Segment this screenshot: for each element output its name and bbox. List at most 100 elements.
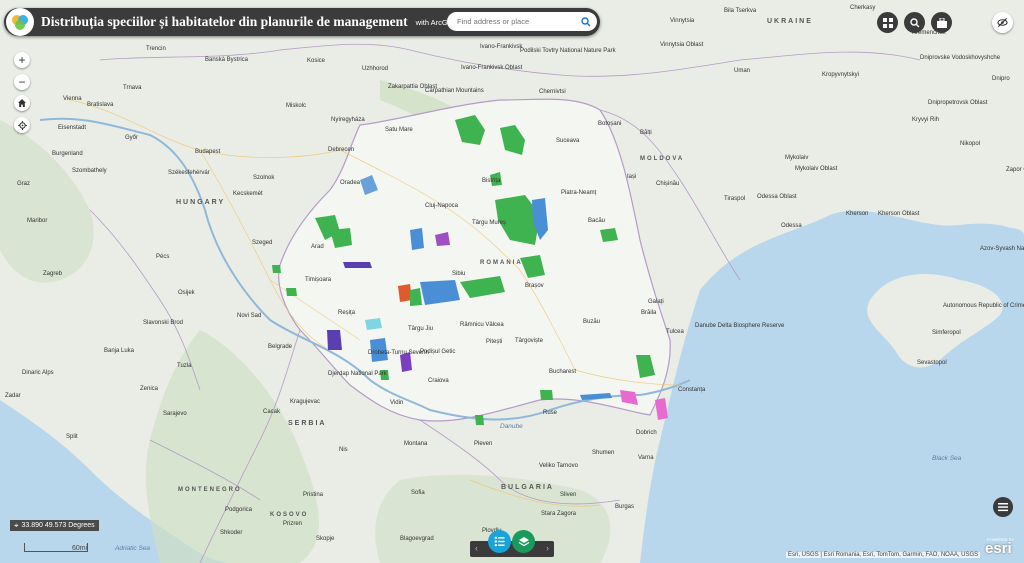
eye-slash-icon[interactable] bbox=[992, 12, 1013, 33]
country-label-bulgaria: BULGARIA bbox=[501, 484, 554, 491]
place-label: Simferopol bbox=[932, 330, 961, 336]
place-label: Sibiu bbox=[452, 271, 466, 277]
place-label: Tuzla bbox=[177, 363, 192, 369]
place-label: Kecskemét bbox=[233, 191, 263, 197]
place-label: Craiova bbox=[428, 378, 449, 384]
place-label: Debrecen bbox=[328, 147, 355, 153]
area-green-teleorman bbox=[475, 415, 484, 425]
place-label: Sarajevo bbox=[163, 411, 187, 417]
place-label: Cacak bbox=[263, 409, 281, 415]
search-input[interactable] bbox=[455, 16, 577, 27]
chevron-right-icon[interactable]: › bbox=[546, 543, 549, 553]
place-label: Osijek bbox=[178, 290, 195, 296]
crosshair-icon[interactable]: ⌖ bbox=[14, 521, 19, 531]
place-label: Vinnytsia Oblast bbox=[660, 42, 704, 48]
place-label: Dniprovske Vodoskhovyshche bbox=[920, 55, 1001, 61]
magnifier-icon[interactable] bbox=[904, 12, 925, 33]
esri-logo[interactable]: esri bbox=[985, 540, 1012, 557]
place-label: Timișoara bbox=[305, 277, 332, 283]
area-orange-parang bbox=[398, 284, 412, 302]
country-label-hungary: HUNGARY bbox=[176, 199, 226, 206]
place-label: Dinaric Alps bbox=[22, 370, 54, 376]
country-label-moldova: MOLDOVA bbox=[640, 156, 685, 162]
place-label: Varna bbox=[638, 455, 654, 461]
list-icon[interactable] bbox=[993, 497, 1013, 517]
place-label: Cluj-Napoca bbox=[425, 203, 459, 209]
area-blue-mures bbox=[410, 228, 424, 250]
place-label: Chernivtsi bbox=[539, 89, 566, 95]
layers-icon[interactable] bbox=[512, 530, 535, 553]
locate-icon[interactable] bbox=[14, 117, 30, 133]
place-label: Brăila bbox=[641, 310, 657, 316]
place-label: Kherson bbox=[846, 211, 869, 217]
place-label: Shumen bbox=[592, 450, 615, 456]
place-label: Bălți bbox=[640, 130, 652, 136]
place-label: Eisenstadt bbox=[58, 125, 87, 131]
place-label: Bila Tserkva bbox=[724, 8, 757, 14]
legend-icon[interactable] bbox=[488, 530, 511, 553]
place-label: Burgenland bbox=[52, 151, 83, 157]
place-label: Podișul Getic bbox=[420, 349, 456, 355]
place-label: Odessa Oblast bbox=[757, 194, 797, 200]
place-label: Kosice bbox=[307, 58, 326, 64]
home-icon[interactable] bbox=[14, 95, 30, 111]
place-label: Graz bbox=[17, 181, 31, 187]
place-label: Split bbox=[66, 434, 78, 440]
grid-icon[interactable] bbox=[877, 12, 898, 33]
place-label: Vienna bbox=[63, 96, 82, 102]
place-label: Constanța bbox=[678, 387, 706, 393]
place-label: Azov-Syvash National Park bbox=[980, 246, 1024, 252]
place-label: Trnava bbox=[123, 85, 142, 91]
country-label-ukraine: UKRAINE bbox=[767, 18, 813, 25]
place-label: Oradea bbox=[340, 180, 361, 186]
zoom-in-button[interactable]: + bbox=[14, 52, 30, 68]
place-label: Novi Sad bbox=[237, 313, 262, 319]
place-label: Uman bbox=[734, 68, 751, 74]
place-label: Râmnicu Vâlcea bbox=[460, 322, 504, 328]
place-label: Brașov bbox=[525, 283, 544, 289]
place-label: Burgas bbox=[615, 504, 635, 510]
place-label: Pristina bbox=[303, 492, 324, 498]
place-label: Veliko Tarnovo bbox=[539, 463, 578, 469]
place-label: Zagreb bbox=[43, 271, 63, 277]
briefcase-icon[interactable] bbox=[931, 12, 952, 33]
place-label: Kragujevac bbox=[290, 399, 321, 405]
place-label: Bratislava bbox=[87, 102, 114, 108]
search-icon[interactable] bbox=[577, 13, 595, 31]
place-label: Maribor bbox=[27, 218, 48, 224]
place-label: Miskolc bbox=[286, 103, 307, 109]
place-label: Carpathian Mountains bbox=[425, 88, 484, 94]
place-label: Prizren bbox=[283, 521, 303, 527]
place-label: Chișinău bbox=[656, 181, 680, 187]
place-label: Târgu Jiu bbox=[408, 326, 434, 332]
place-label: Zadar bbox=[5, 393, 21, 399]
place-label: Blagoevgrad bbox=[400, 536, 434, 542]
country-label-montenegro: MONTENEGRO bbox=[178, 487, 242, 493]
area-green-parang bbox=[410, 288, 422, 306]
coordinate-text: 33.890 49.573 Degrees bbox=[21, 522, 95, 529]
basemap[interactable] bbox=[0, 0, 1024, 563]
coordinate-readout: ⌖ 33.890 49.573 Degrees bbox=[10, 520, 99, 531]
place-label: Montana bbox=[404, 441, 428, 447]
app-logo-icon[interactable] bbox=[6, 8, 34, 36]
place-label: Ruse bbox=[543, 410, 558, 416]
place-label: Kryvyi Rih bbox=[912, 117, 940, 123]
place-label: Ivano-Frankivsk Oblast bbox=[461, 65, 523, 71]
sea-label-black: Black Sea bbox=[932, 455, 962, 462]
place-label: Galați bbox=[648, 299, 664, 305]
place-label: Nyíregyháza bbox=[331, 117, 365, 123]
place-label: Reșița bbox=[338, 310, 356, 316]
place-label: Zapor Oblast bbox=[1006, 167, 1024, 173]
zoom-out-button[interactable]: − bbox=[14, 74, 30, 90]
scale-label: 60mi bbox=[72, 545, 88, 552]
place-label: Belgrade bbox=[268, 344, 293, 350]
place-label: Mykolaiv Oblast bbox=[795, 166, 838, 172]
chevron-left-icon[interactable]: ‹ bbox=[475, 543, 478, 553]
place-label: Tulcea bbox=[666, 329, 684, 335]
place-label: Stara Zagora bbox=[541, 511, 577, 517]
place-label: Kherson Oblast bbox=[878, 211, 920, 217]
place-label: Vinnytsia bbox=[670, 18, 695, 24]
place-label: Dobrich bbox=[636, 430, 657, 436]
place-label: Pleven bbox=[474, 441, 493, 447]
place-label: Bucharest bbox=[549, 369, 577, 375]
